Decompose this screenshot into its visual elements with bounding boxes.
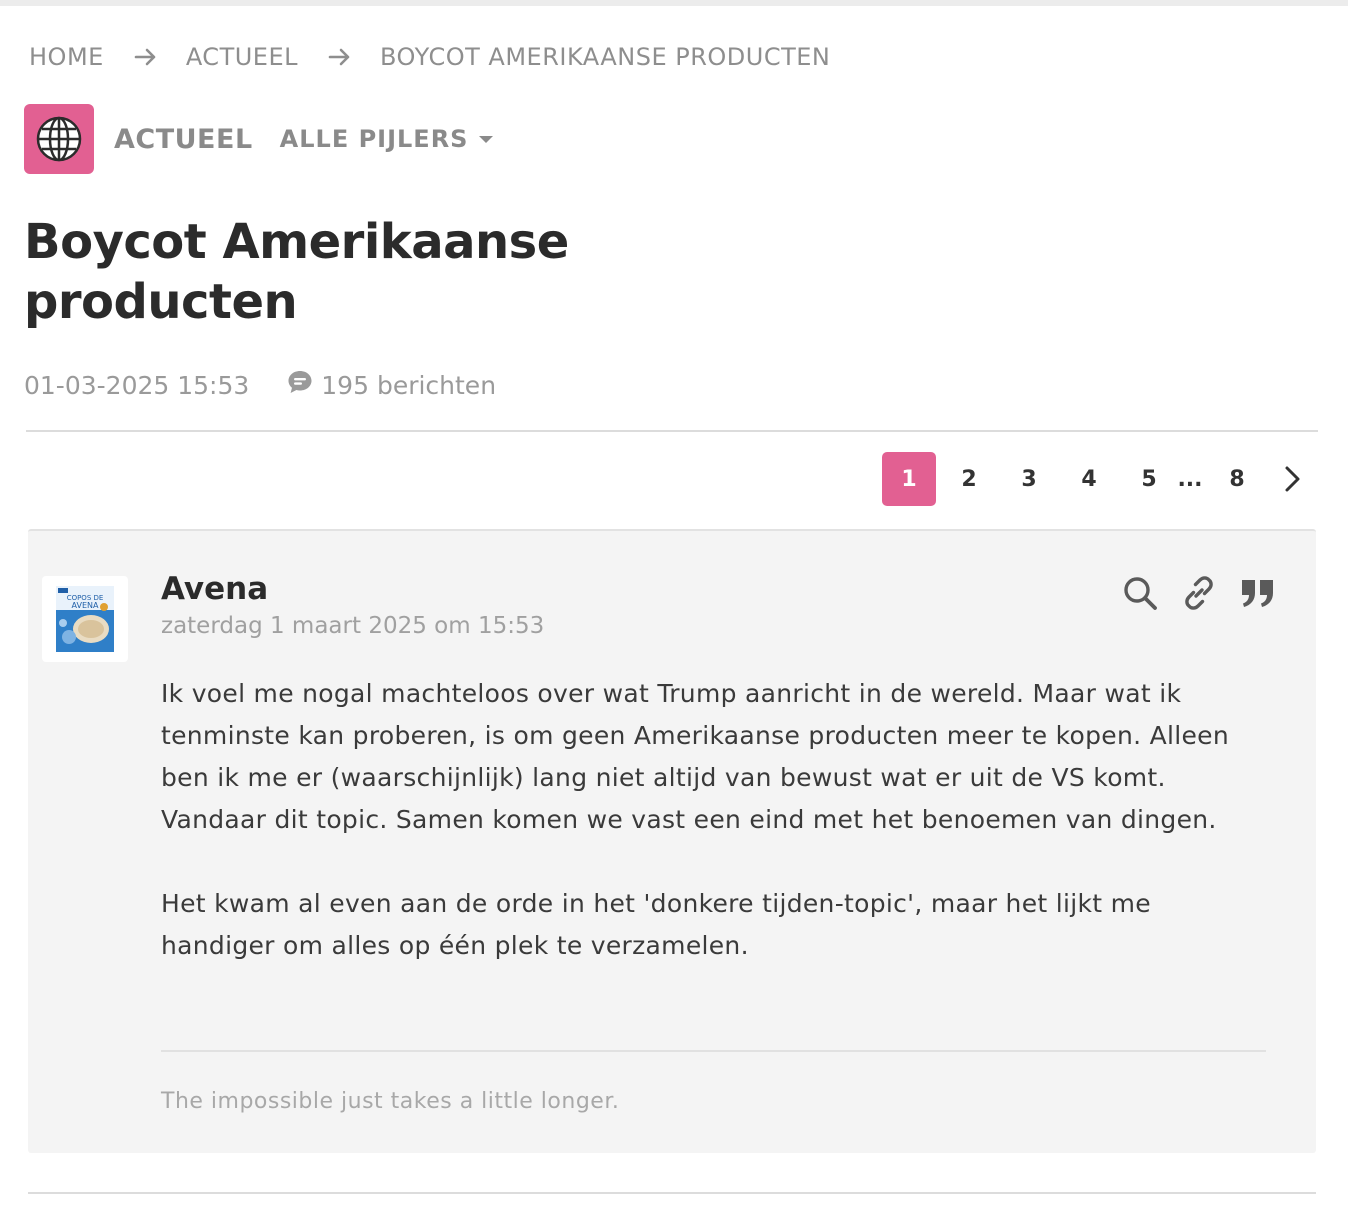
topic-date: 01-03-2025 15:53 [24,370,250,400]
breadcrumb: HOME ACTUEEL BOYCOT AMERIKAANSE PRODUCTE… [29,42,830,72]
page-1[interactable]: 1 [882,452,936,506]
page-3[interactable]: 3 [1002,452,1056,506]
quote-icon[interactable] [1236,571,1280,615]
page-2[interactable]: 2 [942,452,996,506]
top-bar [0,0,1348,6]
category-label[interactable]: ACTUEEL [114,124,253,155]
breadcrumb-home[interactable]: HOME [29,43,104,71]
caret-down-icon [479,135,494,143]
page-4[interactable]: 4 [1062,452,1116,506]
page-5[interactable]: 5 [1122,452,1176,506]
divider [28,1192,1316,1194]
forum-post: COPOS DE AVENA Avena zaterdag 1 maart 20… [28,529,1316,1153]
post-paragraph: Het kwam al even aan de orde in het 'don… [161,889,1151,960]
topic-meta: 01-03-2025 15:53 195 berichten [24,368,496,402]
globe-icon[interactable] [24,104,94,174]
link-icon[interactable] [1177,571,1221,615]
chat-bubble-icon [287,369,313,401]
post-paragraph: Ik voel me nogal machteloos over wat Tru… [161,679,1230,834]
pagination: 1 2 3 4 5 ... 8 [882,452,1318,506]
comment-count: 195 berichten [287,369,496,401]
post-body: Ik voel me nogal machteloos over wat Tru… [161,673,1261,967]
pagination-ellipsis: ... [1177,466,1203,492]
pillars-dropdown[interactable]: ALLE PIJLERS [280,125,494,153]
page-title: Boycot Amerikaanse producten [24,214,569,330]
post-signature: The impossible just takes a little longe… [161,1089,620,1114]
arrow-right-icon [328,47,352,67]
post-actions [1103,571,1280,615]
category-row: ACTUEEL ALLE PIJLERS [24,104,494,174]
search-icon[interactable] [1118,571,1162,615]
divider [26,430,1318,432]
post-date: zaterdag 1 maart 2025 om 15:53 [161,613,545,639]
post-author[interactable]: Avena [161,571,268,607]
breadcrumb-actueel[interactable]: ACTUEEL [186,43,298,71]
avatar-text-line2: AVENA [72,601,99,610]
page-last[interactable]: 8 [1210,452,1264,506]
arrow-right-icon [134,47,158,67]
signature-divider [161,1050,1266,1052]
avatar[interactable]: COPOS DE AVENA [42,576,128,662]
breadcrumb-current-topic[interactable]: BOYCOT AMERIKAANSE PRODUCTEN [380,43,830,71]
chevron-right-icon[interactable] [1268,452,1318,506]
comment-count-label: 195 berichten [321,370,497,400]
pillars-dropdown-label: ALLE PIJLERS [279,125,469,153]
